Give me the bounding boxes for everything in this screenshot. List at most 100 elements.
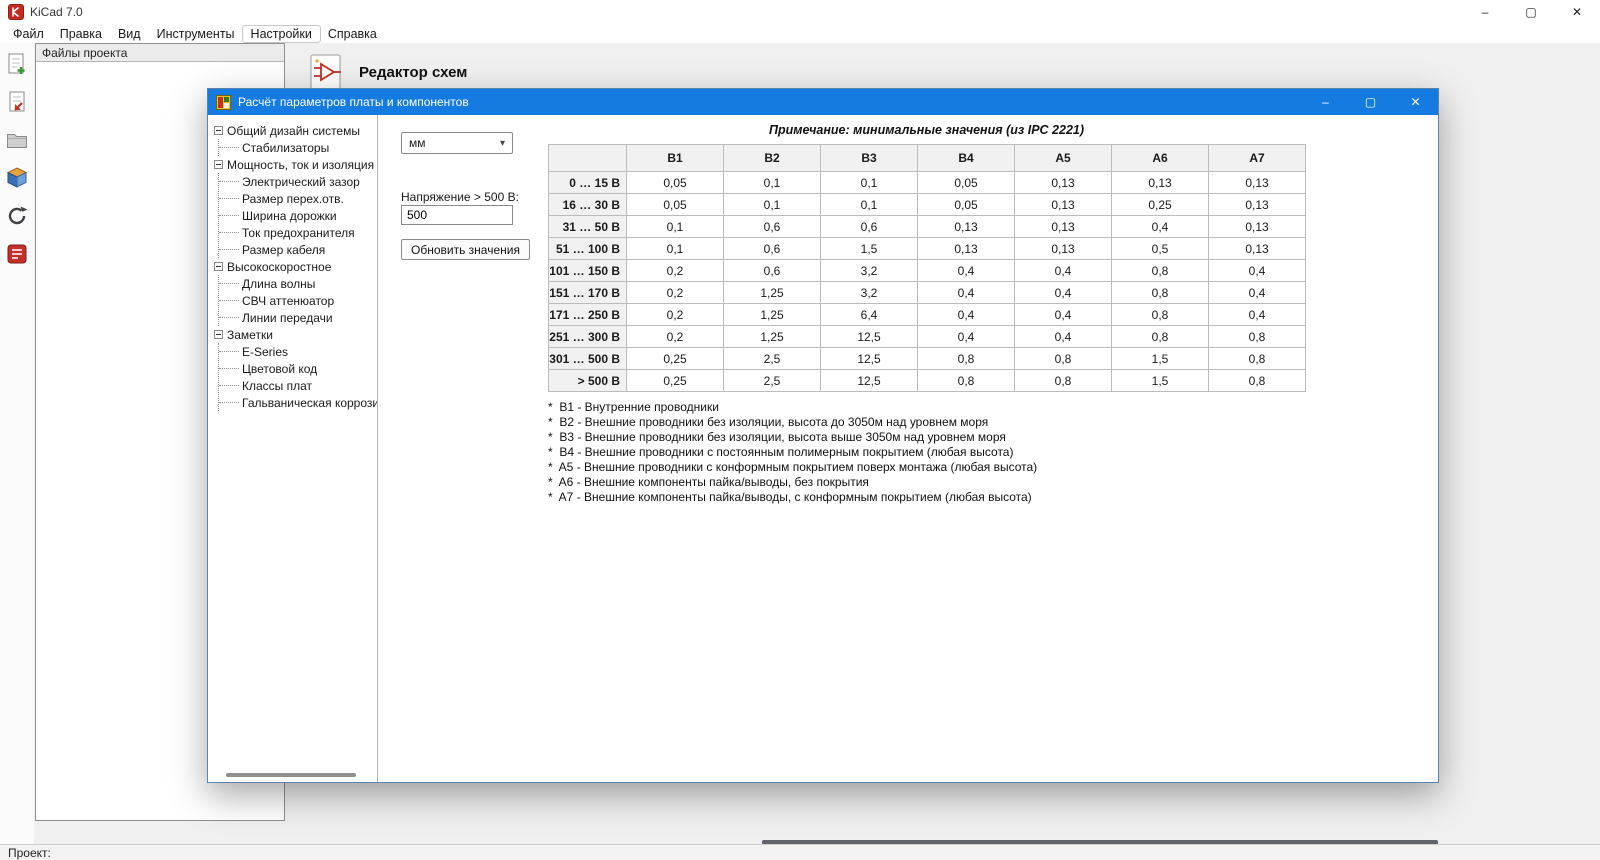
tree-item[interactable]: Цветовой код bbox=[219, 360, 377, 377]
column-header: B2 bbox=[723, 144, 821, 172]
schematic-editor-shortcut[interactable]: Редактор схем bbox=[308, 53, 467, 91]
tree-item[interactable]: Стабилизаторы bbox=[219, 139, 377, 156]
tree-item[interactable]: Длина волны bbox=[219, 275, 377, 292]
table-cell: 0,25 bbox=[1111, 193, 1209, 216]
dialog-close-button[interactable]: ✕ bbox=[1393, 89, 1438, 115]
table-cell: 0,4 bbox=[917, 259, 1015, 282]
table-cell: 0,25 bbox=[626, 347, 724, 370]
tree-item[interactable]: Ток предохранителя bbox=[219, 224, 377, 241]
table-cell: 0,1 bbox=[820, 193, 918, 216]
table-cell: 0,8 bbox=[1111, 303, 1209, 326]
table-cell: 0,4 bbox=[1014, 325, 1112, 348]
row-label: 0 … 15 В bbox=[548, 171, 627, 194]
tree-item[interactable]: Высокоскоростное bbox=[208, 258, 377, 275]
tree-item[interactable]: СВЧ аттенюатор bbox=[219, 292, 377, 309]
units-select[interactable]: мм ▾ bbox=[401, 132, 513, 154]
tree-item[interactable]: E-Series bbox=[219, 343, 377, 360]
table-cell: 0,8 bbox=[1111, 281, 1209, 304]
collapse-icon[interactable] bbox=[214, 126, 223, 135]
column-header: A6 bbox=[1111, 144, 1209, 172]
table-cell: 0,6 bbox=[723, 259, 821, 282]
refresh-tree-icon[interactable] bbox=[4, 203, 30, 229]
table-cell: 0,1 bbox=[820, 171, 918, 194]
menu-item[interactable]: Правка bbox=[52, 26, 110, 42]
table-cell: 0,6 bbox=[723, 215, 821, 238]
tree-item[interactable]: Классы плат bbox=[219, 377, 377, 394]
menu-item[interactable]: Настройки bbox=[241, 24, 321, 43]
table-cell: 0,05 bbox=[917, 193, 1015, 216]
dialog-maximize-button[interactable]: ▢ bbox=[1348, 89, 1393, 115]
tree-connector bbox=[219, 317, 239, 318]
table-cell: 0,13 bbox=[1208, 193, 1306, 216]
archive-project-icon[interactable] bbox=[4, 165, 30, 191]
table-cell: 0,8 bbox=[1014, 347, 1112, 370]
table-cell: 12,5 bbox=[820, 347, 918, 370]
voltage-input[interactable] bbox=[401, 205, 513, 225]
update-values-button[interactable]: Обновить значения bbox=[401, 239, 530, 260]
tree-connector bbox=[219, 147, 239, 148]
clearance-table-body: 0 … 15 В 0,05 0,1 0,1 0,05 0,13 0,13 0,13 16 … 3… bbox=[548, 171, 1306, 392]
minimize-button[interactable]: – bbox=[1462, 0, 1508, 24]
close-button[interactable]: ✕ bbox=[1554, 0, 1600, 24]
calc-nav-tree: Общий дизайн системы Стабилизаторы Мощност… bbox=[208, 122, 377, 411]
column-header: B4 bbox=[917, 144, 1015, 172]
tree-connector bbox=[219, 181, 239, 182]
tree-item[interactable]: Общий дизайн системы bbox=[208, 122, 377, 139]
column-header bbox=[548, 144, 627, 172]
maximize-button[interactable]: ▢ bbox=[1508, 0, 1554, 24]
clearance-controls: мм ▾ Напряжение > 500 В: Обновить значен… bbox=[401, 115, 541, 782]
table-cell: 0,8 bbox=[917, 347, 1015, 370]
row-label: 101 … 150 В bbox=[548, 259, 627, 282]
table-row: 301 … 500 В 0,25 2,5 12,5 0,8 0,8 1,5 0,8 bbox=[548, 347, 1306, 370]
project-folder-icon[interactable] bbox=[4, 127, 30, 153]
table-cell: 0,8 bbox=[1014, 369, 1112, 392]
tree-connector bbox=[219, 385, 239, 386]
table-cell: 6,4 bbox=[820, 303, 918, 326]
open-project-icon[interactable] bbox=[4, 89, 30, 115]
table-row: 0 … 15 В 0,05 0,1 0,1 0,05 0,13 0,13 0,13 bbox=[548, 171, 1306, 194]
table-cell: 0,05 bbox=[626, 171, 724, 194]
pcb-calculator-tool-icon[interactable] bbox=[4, 241, 30, 267]
table-note: Примечание: минимальные значения (из IPC… bbox=[768, 123, 1085, 137]
table-cell: 12,5 bbox=[820, 369, 918, 392]
table-row: 51 … 100 В 0,1 0,6 1,5 0,13 0,13 0,5 0,13 bbox=[548, 237, 1306, 260]
table-cell: 0,8 bbox=[1208, 369, 1306, 392]
dialog-titlebar[interactable]: Расчёт параметров платы и компонентов – … bbox=[208, 89, 1438, 115]
new-project-icon[interactable] bbox=[4, 51, 30, 77]
calc-nav-panel: Общий дизайн системы Стабилизаторы Мощност… bbox=[208, 115, 378, 782]
tree-item[interactable]: Электрический зазор bbox=[219, 173, 377, 190]
collapse-icon[interactable] bbox=[214, 160, 223, 169]
tree-item[interactable]: Линии передачи bbox=[219, 309, 377, 326]
collapse-icon[interactable] bbox=[214, 330, 223, 339]
tree-item[interactable]: Мощность, ток и изоляция bbox=[208, 156, 377, 173]
table-cell: 0,1 bbox=[626, 215, 724, 238]
footnote: * B4 - Внешние проводники с постоянным п… bbox=[548, 445, 1014, 459]
menu-item[interactable]: Файл bbox=[5, 26, 52, 42]
table-row: 251 … 300 В 0,2 1,25 12,5 0,4 0,4 0,8 0,8 bbox=[548, 325, 1306, 348]
row-label: 251 … 300 В bbox=[548, 325, 627, 348]
app-titlebar[interactable]: KiCad 7.0 – ▢ ✕ bbox=[0, 0, 1600, 24]
table-cell: 0,6 bbox=[820, 215, 918, 238]
table-cell: 0,2 bbox=[626, 281, 724, 304]
collapse-icon[interactable] bbox=[214, 262, 223, 271]
menu-item[interactable]: Вид bbox=[110, 26, 149, 42]
nav-horizontal-scrollbar[interactable] bbox=[226, 773, 356, 777]
menu-item[interactable]: Инструменты bbox=[149, 26, 243, 42]
table-row: > 500 В 0,25 2,5 12,5 0,8 0,8 1,5 0,8 bbox=[548, 369, 1306, 392]
status-bar: Проект: bbox=[0, 844, 1600, 860]
voltage-label: Напряжение > 500 В: bbox=[401, 190, 519, 204]
menu-item[interactable]: Справка bbox=[320, 26, 385, 42]
schematic-editor-icon bbox=[308, 53, 346, 91]
table-cell: 1,5 bbox=[820, 237, 918, 260]
dialog-body: Общий дизайн системы Стабилизаторы Мощност… bbox=[208, 115, 1438, 782]
tree-item[interactable]: Ширина дорожки bbox=[219, 207, 377, 224]
row-label: 151 … 170 В bbox=[548, 281, 627, 304]
table-cell: 0,4 bbox=[1111, 215, 1209, 238]
tree-item[interactable]: Гальваническая коррози bbox=[219, 394, 377, 411]
table-cell: 0,25 bbox=[626, 369, 724, 392]
dialog-minimize-button[interactable]: – bbox=[1303, 89, 1348, 115]
tree-item[interactable]: Размер кабеля bbox=[219, 241, 377, 258]
tree-item[interactable]: Размер перех.отв. bbox=[219, 190, 377, 207]
tree-item[interactable]: Заметки bbox=[208, 326, 377, 343]
table-cell: 0,13 bbox=[1014, 215, 1112, 238]
